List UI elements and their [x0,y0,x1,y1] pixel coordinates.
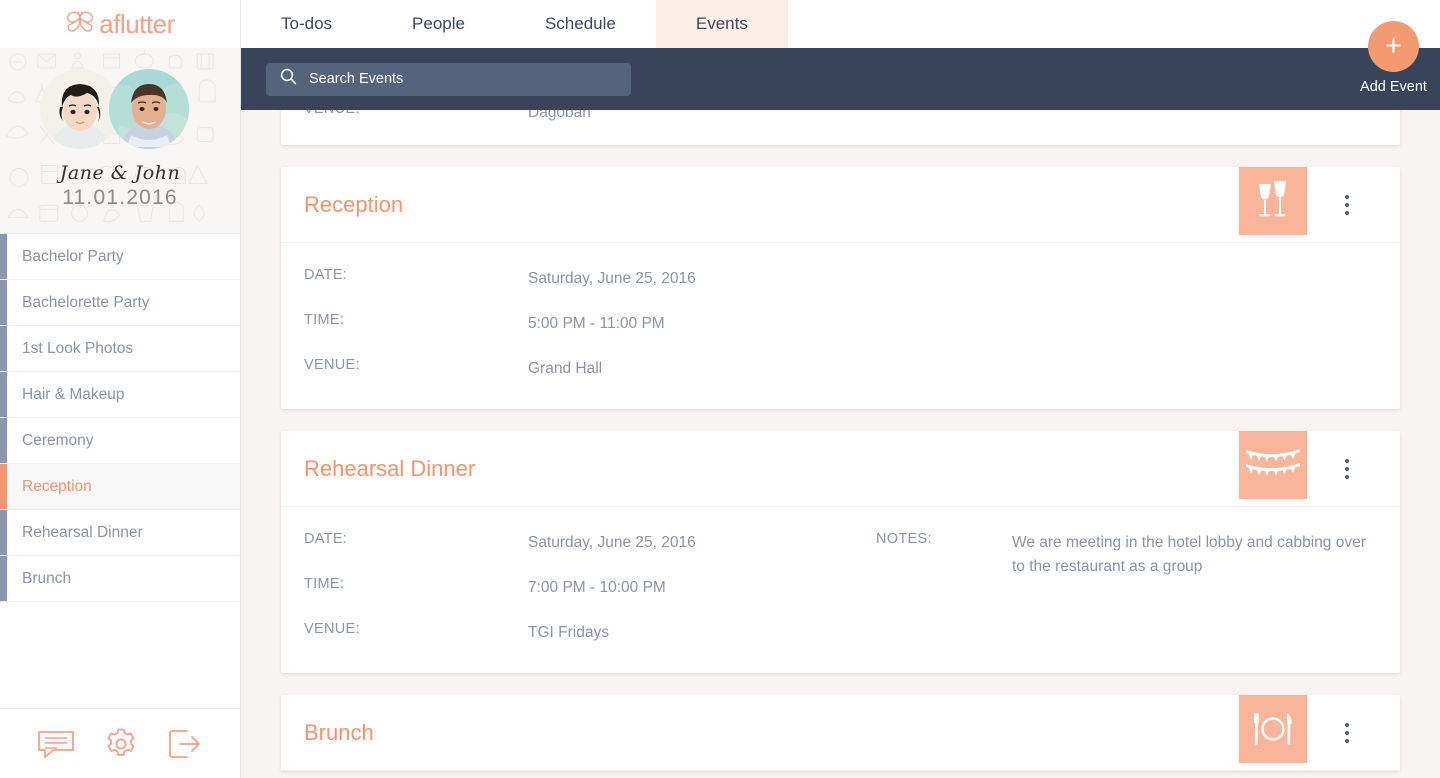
sidebar-item-reception[interactable]: Reception [0,464,240,510]
app-logo-text: aflutter [99,8,175,39]
event-card-title: Reception [304,191,404,217]
detail-row-date: DATE: Saturday, June 25, 2016 [304,267,841,291]
detail-label-time: TIME: [304,576,345,593]
detail-value-date: Saturday, June 25, 2016 [528,270,696,287]
sidebar-item-rehearsal-dinner[interactable]: Rehearsal Dinner [0,510,240,556]
plate-cutlery-icon [1239,695,1307,764]
event-card-body: DATE: Saturday, June 25, 2016 TIME: 5:00 PM… [281,243,1400,409]
add-event-label: Add Event [1360,79,1427,95]
search-box[interactable] [266,62,631,96]
tab-events[interactable]: Events [655,0,788,48]
logout-icon[interactable] [167,728,203,760]
wedding-date: 11.01.2016 [62,186,178,209]
detail-label-venue: VENUE: [304,621,360,638]
event-card[interactable]: Rehearsal Dinner DATE: Saturday, June 25, … [281,431,1400,674]
bunting-flags-icon [1239,431,1307,500]
avatar-group [40,69,200,153]
detail-row-venue: VENUE: Grand Hall [304,357,841,381]
event-card-header: Brunch [281,695,1400,772]
event-nav-list: Bachelor Party Bachelorette Party 1st Look… [0,234,240,708]
event-card-header: Reception [281,167,1400,243]
event-card-title: Rehearsal Dinner [304,455,476,481]
event-details-column: DATE: Saturday, June 25, 2016 TIME: 5:00 PM… [281,267,841,381]
champagne-glasses-icon [1239,167,1307,235]
tab-to-dos[interactable]: To-dos [241,0,372,48]
detail-value-venue: TGI Fridays [528,624,609,642]
detail-label-time: TIME: [304,312,345,329]
top-navigation: To-dos People Schedule Events [241,0,1440,48]
sidebar-item-bachelor-party[interactable]: Bachelor Party [0,234,240,280]
chat-icon[interactable] [37,729,75,759]
search-icon [280,68,297,90]
sidebar-item-1st-look-photos[interactable]: 1st Look Photos [0,326,240,372]
app-logo[interactable]: aflutter [0,0,240,48]
event-card[interactable]: Brunch [281,695,1400,772]
detail-label-notes: NOTES: [876,531,932,548]
search-input[interactable] [309,71,617,87]
event-card-title: Brunch [304,719,374,745]
detail-value-time: 5:00 PM - 11:00 PM [528,315,665,333]
detail-row-date: DATE: Saturday, June 25, 2016 [304,531,841,555]
detail-label-venue: VENUE: [304,357,360,374]
detail-row-notes: NOTES: We are meeting in the hotel lobby … [876,531,1381,579]
avatar-partner-one [40,69,120,149]
detail-row-venue: VENUE: TGI Fridays [304,621,841,645]
add-event-button[interactable]: + Add Event [1347,0,1440,110]
card-overflow-menu-icon[interactable] [1338,723,1356,744]
event-notes-column: NOTES: We are meeting in the hotel lobby … [841,531,1381,645]
gear-icon[interactable] [104,727,138,761]
detail-label-date: DATE: [304,267,348,283]
couple-names: Jane & John [59,162,181,184]
event-details-column: DATE: Saturday, June 25, 2016 TIME: 7:00 PM… [281,531,841,645]
tab-schedule[interactable]: Schedule [505,0,656,48]
detail-label-date: DATE: [304,531,348,548]
detail-value-time: 7:00 PM - 10:00 PM [528,579,666,597]
detail-row-time: TIME: 7:00 PM - 10:00 PM [304,576,841,600]
search-bar [241,48,1440,110]
sidebar-item-brunch[interactable]: Brunch [0,556,240,602]
sidebar-item-hair-makeup[interactable]: Hair & Makeup [0,372,240,418]
detail-row-time: TIME: 5:00 PM - 11:00 PM [304,312,841,336]
events-scroll-container: VENUE: Dagobah ReceptionDATE:Saturday, J… [241,48,1440,778]
butterfly-icon [65,10,95,39]
sidebar-footer [0,708,240,778]
detail-value-notes: We are meeting in the hotel lobby and ca… [1012,534,1366,576]
events-content-area: VENUE: Dagobah ReceptionDATE:Saturday, J… [241,48,1440,778]
detail-value-date: Saturday, June 25, 2016 [528,534,696,552]
detail-value-venue: Grand Hall [528,360,603,378]
event-cards-list: Reception DATE: Saturday, June 25, 2016 TIM… [281,167,1400,772]
event-card[interactable]: Reception DATE: Saturday, June 25, 2016 TIM… [281,167,1400,410]
tab-people[interactable]: People [372,0,505,48]
sidebar-item-ceremony[interactable]: Ceremony [0,418,240,464]
sidebar: aflutter Jane & John 11.01.2016 Bachelor… [0,0,241,778]
couple-profile: Jane & John 11.01.2016 [0,48,240,234]
event-card-body: DATE: Saturday, June 25, 2016 TIME: 7:00 PM… [281,507,1400,673]
event-card-header: Rehearsal Dinner [281,431,1400,508]
card-overflow-menu-icon[interactable] [1338,459,1356,480]
plus-icon: + [1368,21,1419,72]
sidebar-item-bachelorette-party[interactable]: Bachelorette Party [0,280,240,326]
card-overflow-menu-icon[interactable] [1338,195,1356,215]
avatar-partner-two [109,69,189,149]
